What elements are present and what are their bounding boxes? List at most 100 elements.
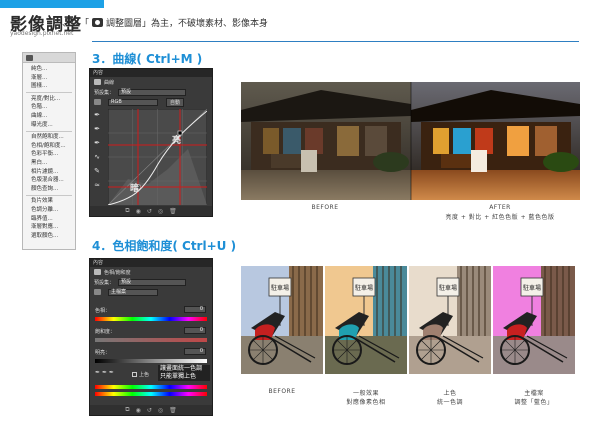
menu-item[interactable]: 色調分離...: [23, 206, 75, 215]
caption-after-title: AFTER: [489, 204, 511, 211]
auto-button[interactable]: 自動: [166, 97, 185, 107]
example-caption-desc: 統一色調: [436, 399, 463, 406]
example-caption-desc: 調整「藍色」: [514, 399, 554, 406]
curves-panel: 內容 曲線 預設集： 預設 RGB 自動 ✒ ✒ ✒ ∿ ✎ ≈ 亮 暗 ⧉ ◉…: [89, 68, 213, 217]
adjustment-layer-icon: [92, 18, 104, 27]
menu-item[interactable]: 色版混合器...: [23, 176, 75, 185]
menu-item[interactable]: 選取顏色...: [23, 232, 75, 241]
hue-label: 色相：: [95, 308, 111, 314]
trash-icon[interactable]: 🗑: [169, 208, 177, 215]
menu-item[interactable]: 色相/飽和度...: [23, 142, 75, 151]
eyedropper-black-icon[interactable]: ✒: [93, 111, 101, 119]
menu-item[interactable]: 自然飽和度...: [23, 133, 75, 142]
lightness-slider[interactable]: [95, 359, 207, 363]
preset-label: 預設集：: [94, 279, 115, 286]
eyedropper-gray-icon[interactable]: ✒: [93, 125, 101, 133]
clip-icon[interactable]: ⧉: [125, 207, 129, 215]
channel-select[interactable]: 主檔案: [108, 288, 158, 296]
menu-item[interactable]: 純色...: [23, 65, 75, 74]
reset-icon[interactable]: ↺: [147, 407, 152, 414]
menu-separator: [26, 130, 72, 132]
menu-item[interactable]: 曝光度...: [23, 121, 75, 130]
reset-icon[interactable]: ↺: [147, 208, 152, 215]
menu-item[interactable]: 負片效果: [23, 197, 75, 206]
panel-type-label: 色相/飽和度: [104, 269, 131, 276]
preset-row: 預設集： 預設: [90, 277, 212, 287]
preset-label: 預設集：: [94, 89, 115, 96]
hue-saturation-icon: [94, 269, 101, 275]
caption-before: BEFORE: [311, 204, 339, 211]
adjustment-layer-menu: 純色... 漸層... 圖樣... 亮度/對比... 色階... 曲線... 曝光度... 自…: [22, 52, 76, 250]
menu-item[interactable]: 漸層...: [23, 74, 75, 83]
header-rule: [92, 41, 579, 42]
hue-saturation-panel: 內容 色相/飽和度 預設集： 預設 主檔案 色相： 0 飽和度： 0 明亮： 0…: [89, 258, 213, 416]
menu-item[interactable]: 相片濾鏡...: [23, 168, 75, 177]
colorize-label: 上色: [139, 372, 150, 378]
menu-item[interactable]: 亮度/對比...: [23, 95, 75, 104]
panel-type-label: 曲線: [104, 79, 115, 86]
preset-select[interactable]: 預設: [118, 88, 187, 96]
parking-sign-text: 駐車場: [439, 284, 457, 292]
hue-value[interactable]: 0: [184, 306, 206, 313]
curves-before-after-photo: [241, 82, 580, 200]
rickshaw-photo: 駐車場: [241, 266, 323, 374]
saturation-slider[interactable]: [95, 338, 207, 342]
visibility-icon[interactable]: ◎: [158, 208, 163, 215]
channel-select[interactable]: RGB: [108, 98, 158, 106]
view-icon[interactable]: ◉: [136, 407, 141, 414]
preset-row: 預設集： 預設: [90, 87, 212, 97]
eyedropper-plus-icon[interactable]: ✒: [102, 369, 107, 376]
bright-label: 亮: [172, 136, 182, 146]
section-title-curves: 3．曲線( Ctrl+M ): [92, 52, 203, 66]
panel-tab[interactable]: 內容: [90, 69, 212, 77]
eyedropper-minus-icon[interactable]: ✒: [109, 369, 114, 376]
subtitle-prefix: 、以「: [62, 19, 90, 29]
panel-type-row: 曲線: [90, 77, 212, 87]
rickshaw-photo: 駐車場: [493, 266, 575, 374]
menu-item[interactable]: 色階...: [23, 103, 75, 112]
preset-select[interactable]: 預設: [118, 278, 187, 286]
menu-item[interactable]: 黑白...: [23, 159, 75, 168]
curves-icon: [94, 79, 101, 85]
hand-icon[interactable]: [94, 99, 101, 105]
menu-separator: [26, 194, 72, 196]
curve-point-icon[interactable]: ∿: [93, 153, 101, 161]
saturation-label: 飽和度：: [95, 329, 116, 335]
trash-icon[interactable]: 🗑: [169, 407, 177, 414]
menu-header: [23, 53, 75, 63]
menu-list: 純色... 漸層... 圖樣... 亮度/對比... 色階... 曲線... 曝光度... 自…: [23, 63, 75, 240]
menu-item[interactable]: 曲線...: [23, 112, 75, 121]
smooth-icon[interactable]: ≈: [93, 181, 101, 189]
example-caption-title: BEFORE: [268, 388, 296, 395]
menu-item[interactable]: 漸層對應...: [23, 223, 75, 232]
menu-item[interactable]: 圖樣...: [23, 82, 75, 91]
clip-icon[interactable]: ⧉: [125, 406, 129, 414]
parking-sign-text: 駐車場: [523, 284, 541, 292]
site-url: yaodesign.pixnet.net: [10, 30, 74, 37]
menu-item[interactable]: 臨界值...: [23, 215, 75, 224]
curves-graph[interactable]: [108, 109, 207, 205]
menu-separator: [26, 92, 72, 94]
colorize-checkbox-row[interactable]: 上色: [132, 371, 149, 378]
eyedropper-white-icon[interactable]: ✒: [93, 139, 101, 147]
colorize-checkbox[interactable]: [132, 372, 137, 377]
example-caption-title: 上色: [443, 390, 457, 397]
lightness-value[interactable]: 0: [184, 348, 206, 355]
rickshaw-photo: 駐車場: [325, 266, 407, 374]
rickshaw-photo: 駐車場: [409, 266, 491, 374]
menu-item[interactable]: 顏色查詢...: [23, 185, 75, 194]
parking-sign-text: 駐車場: [355, 284, 373, 292]
panel-tab[interactable]: 內容: [90, 259, 212, 267]
panel-footer: ⧉ ◉ ↺ ◎ 🗑: [90, 206, 212, 216]
menu-item[interactable]: 色彩平衡...: [23, 150, 75, 159]
view-icon[interactable]: ◉: [136, 208, 141, 215]
eyedropper-icon[interactable]: ✒: [95, 369, 100, 376]
visibility-icon[interactable]: ◎: [158, 407, 163, 414]
hue-slider[interactable]: [95, 317, 207, 321]
caption-after-desc: 亮度 + 對比 + 紅色色版 + 藍色色版: [445, 214, 555, 221]
page-subtitle: 、以「 調整圖層」為主，不破壞素材、影像本身: [62, 16, 268, 29]
saturation-value[interactable]: 0: [184, 327, 206, 334]
hand-icon[interactable]: [94, 289, 101, 295]
subtitle-text: 調整圖層」為主，不破壞素材、影像本身: [106, 19, 269, 29]
pencil-icon[interactable]: ✎: [93, 167, 101, 175]
